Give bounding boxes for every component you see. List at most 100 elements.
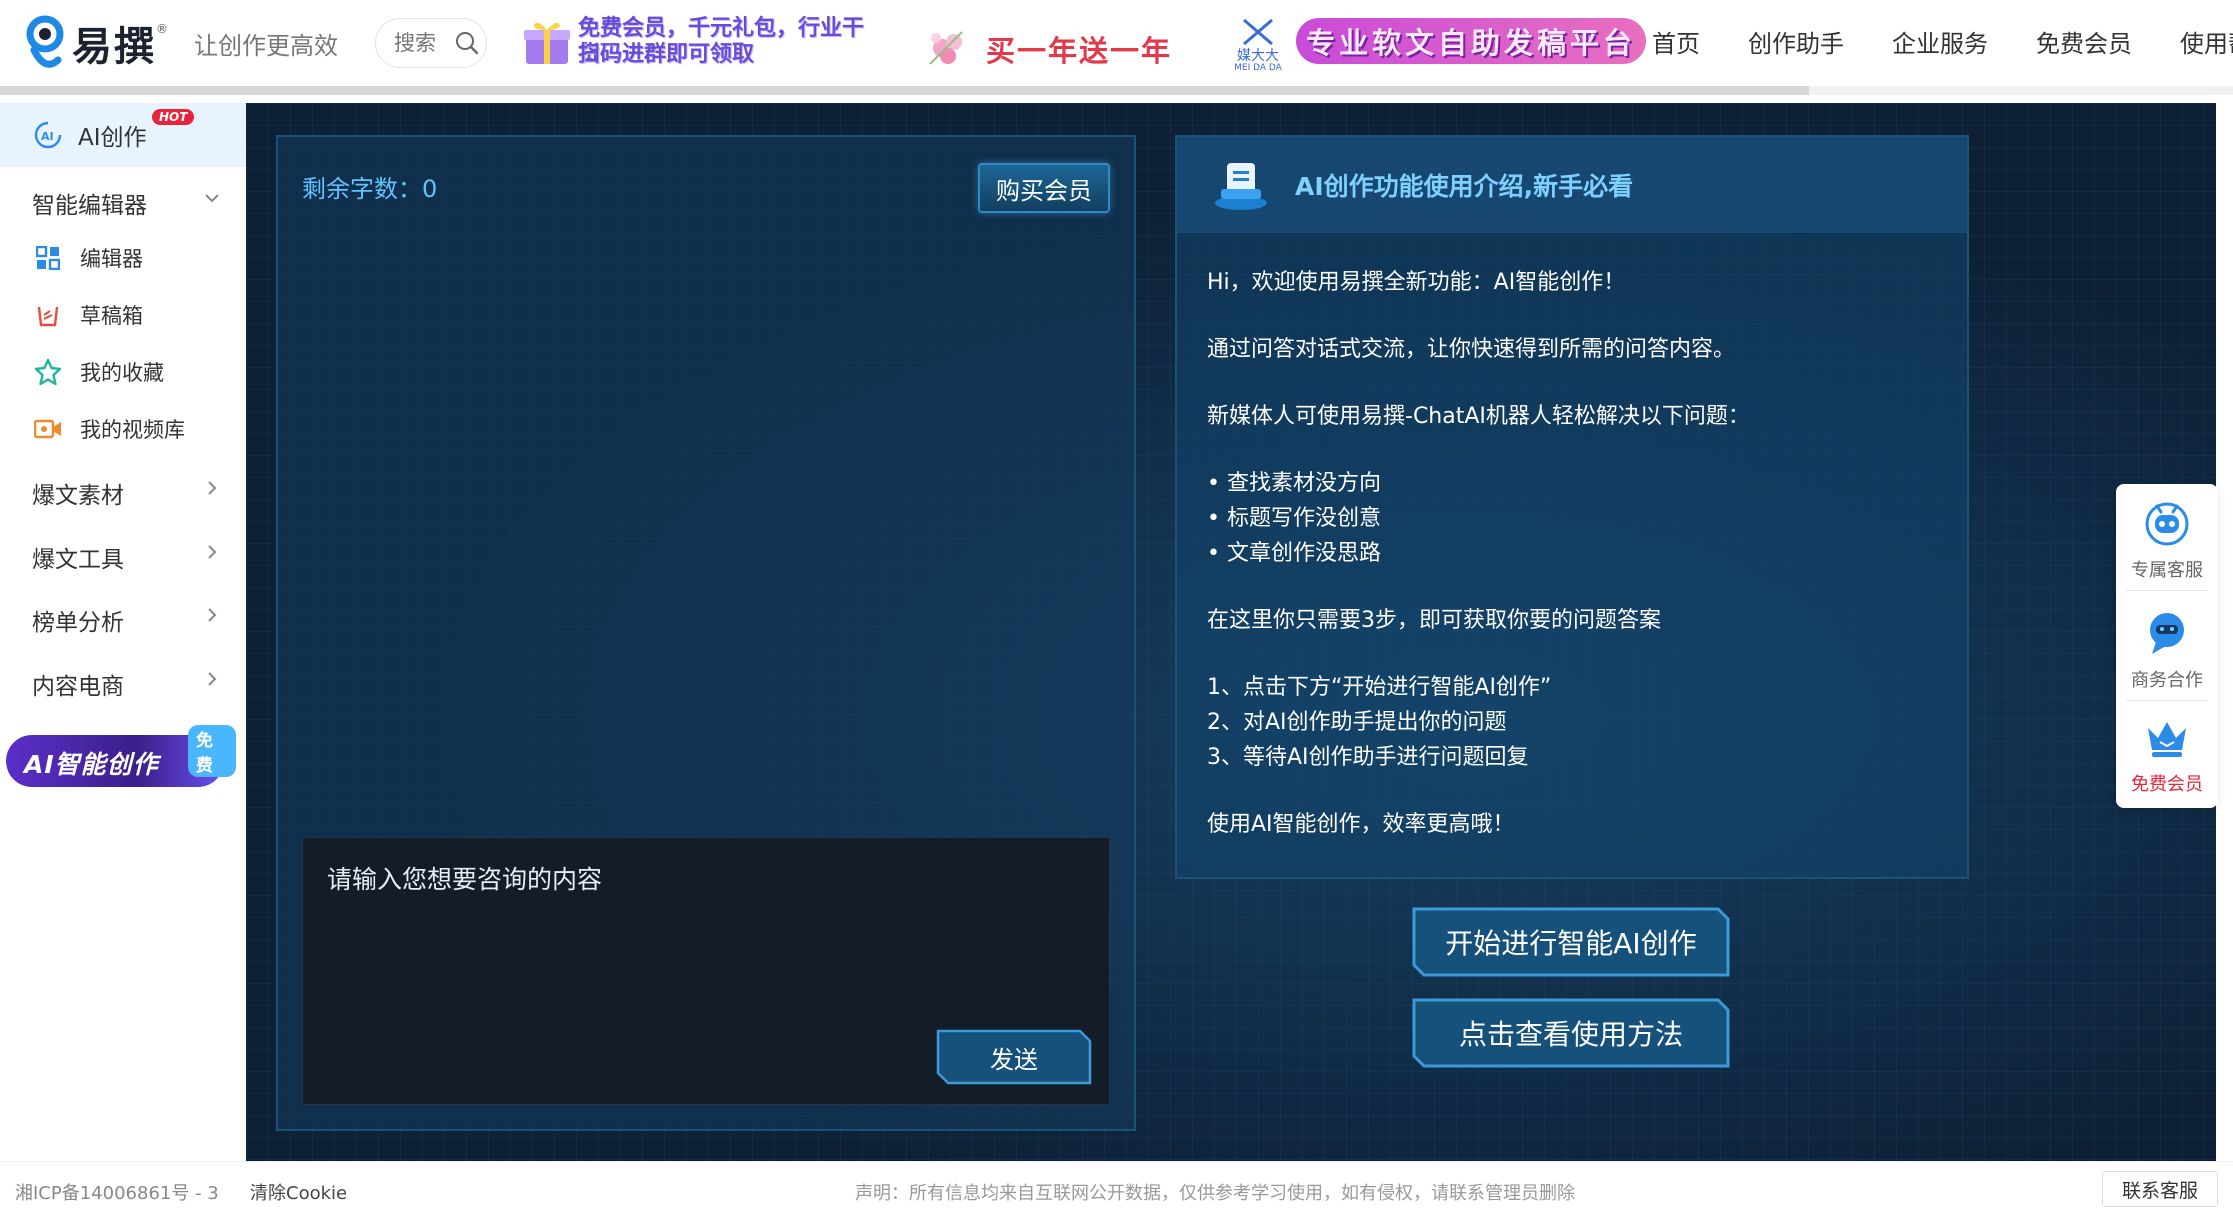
sidebar-item-label: 草稿箱 — [80, 304, 143, 328]
promo-banner[interactable]: 买一年送一年 — [922, 12, 1182, 74]
editor-grid-icon — [36, 246, 60, 270]
logo-text: 易撰 — [72, 24, 156, 70]
top-header: 易撰 ® 让创作更高效 免费会员，千元礼包，行业干货 扫码进群即可领取 买一年送… — [0, 0, 2233, 86]
search-box[interactable] — [375, 18, 487, 68]
vip-banner-line2: 扫码进群即可领取 — [578, 42, 755, 67]
svg-text:AI: AI — [41, 130, 54, 143]
ai-creation-promo-banner[interactable]: AI智能创作 免费 — [6, 725, 236, 789]
intro-welcome: Hi，欢迎使用易撰全新功能：AI智能创作！ — [1207, 270, 1626, 295]
sidebar-item-favorites[interactable]: 我的收藏 — [34, 357, 164, 387]
sidebar-item-label: 我的收藏 — [80, 361, 164, 385]
exclusive-service-button[interactable]: 专属客服 — [2116, 484, 2218, 588]
intro-panel: AI创作功能使用介绍,新手必看 Hi，欢迎使用易撰全新功能：AI智能创作！ 通过… — [1175, 135, 1969, 879]
meidada-logo: 媒大大 MEI DA DA — [1226, 18, 1290, 73]
disclaimer-text: 声明：所有信息均来自互联网公开数据，仅供参考学习使用，如有侵权，请联系管理员删除 — [855, 1183, 1575, 1204]
nav-free-vip[interactable]: 免费会员 — [2036, 24, 2132, 59]
intro-header: AI创作功能使用介绍,新手必看 — [1177, 137, 1967, 233]
gift-icon — [524, 22, 570, 64]
intro-description: 通过问答对话式交流，让你快速得到所需的问答内容。 — [1207, 337, 1736, 362]
video-camera-icon — [34, 419, 61, 439]
problem-item: • 文章创作没思路 — [1207, 541, 1381, 566]
sidebar-group-ranking[interactable]: 榜单分析 — [32, 603, 222, 637]
step-item: 1、点击下方“开始进行智能AI创作” — [1207, 675, 1552, 700]
nav-creation-assistant[interactable]: 创作助手 — [1748, 24, 1844, 59]
step-item: 3、等待AI创作助手进行问题回复 — [1207, 745, 1529, 770]
search-icon[interactable] — [454, 30, 480, 56]
star-icon — [34, 358, 62, 386]
start-ai-creation-button[interactable]: 开始进行智能AI创作 — [1412, 907, 1730, 977]
chevron-right-icon — [208, 608, 217, 622]
ai-icon: AI — [34, 121, 62, 149]
chevron-right-icon — [208, 545, 217, 559]
promo-text: AI智能创作 — [24, 750, 159, 779]
promo-banner-text: 买一年送一年 — [986, 34, 1173, 68]
intro-body: Hi，欢迎使用易撰全新功能：AI智能创作！ 通过问答对话式交流，让你快速得到所需… — [1207, 265, 1947, 842]
steps-intro: 在这里你只需要3步，即可获取你要的问题答案 — [1207, 608, 1661, 633]
sidebar-group-smart-editor[interactable]: 智能编辑器 — [32, 186, 222, 220]
problem-item: • 查找素材没方向 — [1207, 471, 1381, 496]
horizontal-scrollbar[interactable] — [0, 86, 2233, 95]
softtext-banner[interactable]: 媒大大 MEI DA DA 专业软文自助发稿平台 — [1226, 12, 1646, 74]
vip-gift-banner[interactable]: 免费会员，千元礼包，行业干货 扫码进群即可领取 — [522, 12, 877, 74]
flower-icon — [929, 31, 963, 65]
icp-link[interactable]: 湘ICP备14006861号 - 3 — [15, 1179, 219, 1205]
logo[interactable]: 易撰 ® — [24, 14, 168, 72]
float-item-label: 免费会员 — [2131, 774, 2203, 795]
ai-creation-main: 剩余字数：0 购买会员 发送 AI创作功能使用介绍,新手必看 Hi，欢迎使用易撰… — [246, 103, 2216, 1161]
divider — [2126, 590, 2208, 591]
sidebar-group-label: 榜单分析 — [32, 610, 124, 636]
sidebar-item-drafts[interactable]: 草稿箱 — [34, 300, 143, 330]
nav-help[interactable]: 使用帮 — [2180, 24, 2233, 59]
sidebar-group-hot-materials[interactable]: 爆文素材 — [32, 476, 222, 510]
sidebar-item-editor[interactable]: 编辑器 — [34, 243, 143, 273]
clear-cookie-link[interactable]: 清除Cookie — [250, 1179, 347, 1205]
chevron-right-icon — [208, 481, 217, 495]
sidebar-item-video-library[interactable]: 我的视频库 — [34, 414, 185, 444]
robot-book-icon — [1215, 163, 1267, 210]
logo-icon — [26, 15, 64, 68]
step-item: 2、对AI创作助手提出你的问题 — [1207, 710, 1507, 735]
sidebar-item-label: AI创作 — [78, 125, 147, 151]
scrollbar-thumb[interactable] — [0, 86, 1809, 95]
usage-button-label: 点击查看使用方法 — [1458, 1018, 1683, 1051]
registered-mark: ® — [156, 22, 168, 36]
robot-service-icon — [2145, 502, 2189, 546]
free-badge: 免费 — [188, 725, 236, 777]
crown-icon — [2148, 722, 2186, 757]
sidebar-item-label: 我的视频库 — [80, 418, 185, 442]
send-button-label: 发送 — [990, 1045, 1038, 1074]
contact-service-button[interactable]: 联系客服 — [2102, 1171, 2218, 1207]
free-vip-float-button[interactable]: 免费会员 — [2116, 698, 2218, 802]
float-item-label: 商务合作 — [2131, 670, 2203, 691]
meidada-logo-icon — [1243, 18, 1273, 46]
chat-panel: 剩余字数：0 购买会员 — [276, 135, 1136, 1131]
sidebar-item-ai-creation[interactable]: AI AI创作 HOT — [0, 103, 246, 167]
chevron-right-icon — [208, 672, 217, 686]
sidebar-group-label: 内容电商 — [32, 674, 124, 700]
sidebar-group-hot-tools[interactable]: 爆文工具 — [32, 540, 222, 574]
sidebar-group-label: 爆文工具 — [32, 547, 124, 573]
sidebar-group-ecommerce[interactable]: 内容电商 — [32, 667, 222, 701]
view-usage-button[interactable]: 点击查看使用方法 — [1412, 998, 1730, 1068]
intro-title: AI创作功能使用介绍,新手必看 — [1295, 172, 1634, 201]
start-button-label: 开始进行智能AI创作 — [1445, 927, 1697, 960]
sidebar-group-label: 智能编辑器 — [32, 193, 147, 219]
problem-item: • 标题写作没创意 — [1207, 506, 1381, 531]
main-nav: 首页 创作助手 企业服务 免费会员 使用帮 — [1652, 24, 2233, 59]
softtext-text: 专业软文自助发稿平台 — [1305, 26, 1636, 60]
chat-bubble-icon — [2150, 613, 2184, 654]
float-item-label: 专属客服 — [2131, 560, 2203, 581]
business-cooperation-button[interactable]: 商务合作 — [2116, 594, 2218, 698]
footer: 湘ICP备14006861号 - 3 清除Cookie 声明：所有信息均来自互联… — [0, 1161, 2233, 1211]
meidada-en: MEI DA DA — [1234, 63, 1282, 73]
send-button[interactable]: 发送 — [936, 1029, 1092, 1085]
search-input[interactable] — [394, 31, 452, 55]
softtext-pill: 专业软文自助发稿平台 — [1296, 18, 1646, 64]
nav-enterprise[interactable]: 企业服务 — [1892, 24, 1988, 59]
buy-vip-button[interactable]: 购买会员 — [978, 163, 1110, 213]
meidada-cn: 媒大大 — [1237, 48, 1279, 64]
hot-badge: HOT — [152, 109, 195, 125]
chevron-down-icon — [205, 194, 219, 203]
nav-home[interactable]: 首页 — [1652, 24, 1700, 59]
sidebar-item-label: 编辑器 — [80, 247, 143, 271]
